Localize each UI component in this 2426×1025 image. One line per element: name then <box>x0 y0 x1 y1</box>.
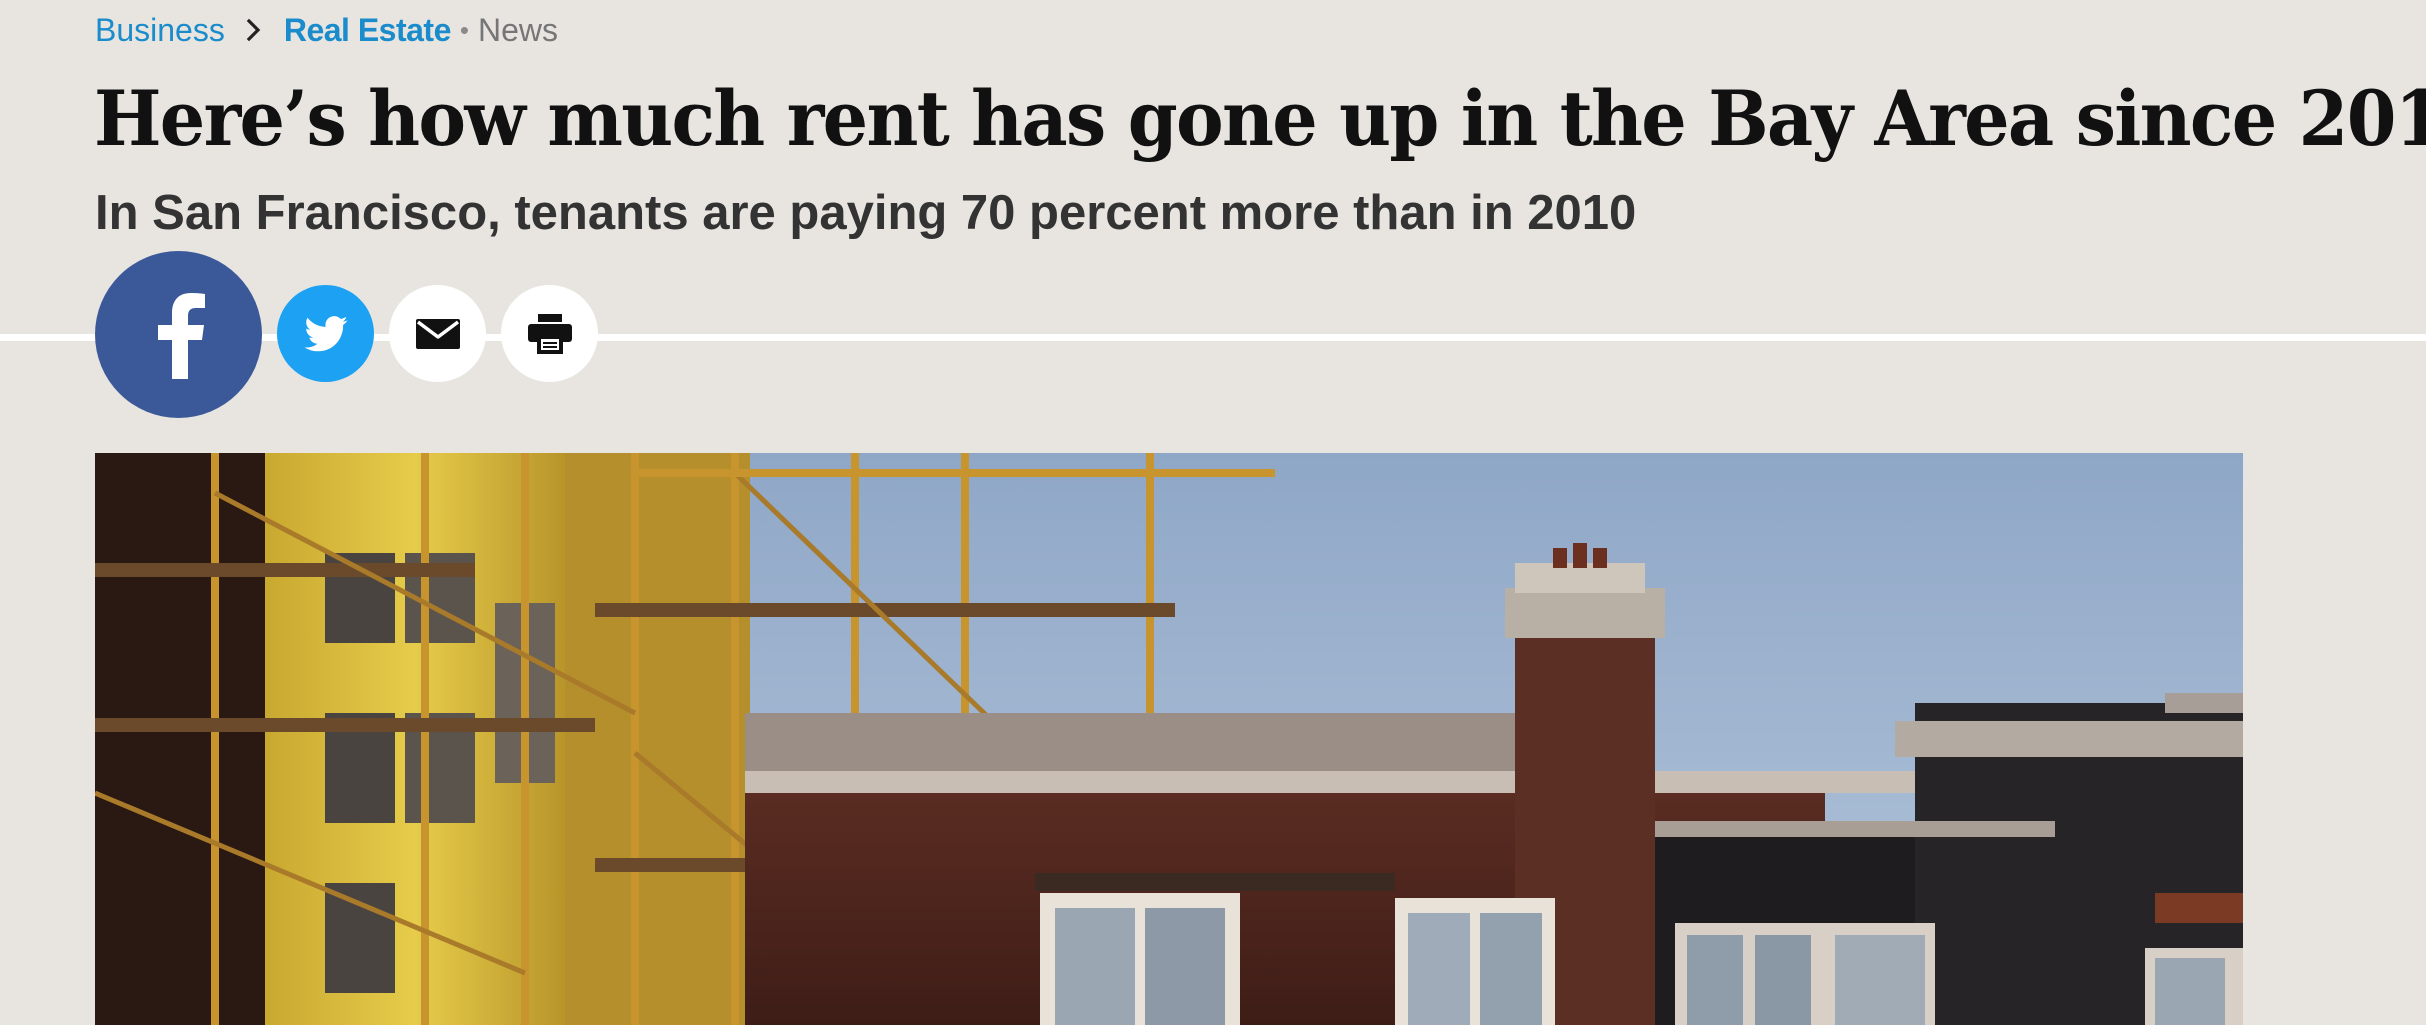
article-headline: Here’s how much rent has gone up in the … <box>94 74 2426 163</box>
chevron-right-icon <box>246 18 261 42</box>
hero-image <box>95 453 2243 1025</box>
email-share-button[interactable] <box>389 285 486 382</box>
print-icon <box>527 313 572 354</box>
breadcrumb-real-estate-link[interactable]: Real Estate <box>284 12 452 49</box>
facebook-icon <box>157 292 205 379</box>
twitter-icon <box>303 315 348 351</box>
print-button[interactable] <box>501 285 598 382</box>
article-subheadline: In San Francisco, tenants are paying 70 … <box>95 186 1637 240</box>
breadcrumb-type-label: News <box>477 11 558 48</box>
email-icon <box>415 318 460 349</box>
breadcrumb-dot: • <box>459 14 469 45</box>
twitter-share-button[interactable] <box>277 285 374 382</box>
breadcrumb: Business Real Estate • News <box>95 8 558 52</box>
hero-photo-illustration <box>95 453 2243 1025</box>
facebook-share-button[interactable] <box>95 251 262 418</box>
breadcrumb-business-link[interactable]: Business <box>95 12 225 49</box>
